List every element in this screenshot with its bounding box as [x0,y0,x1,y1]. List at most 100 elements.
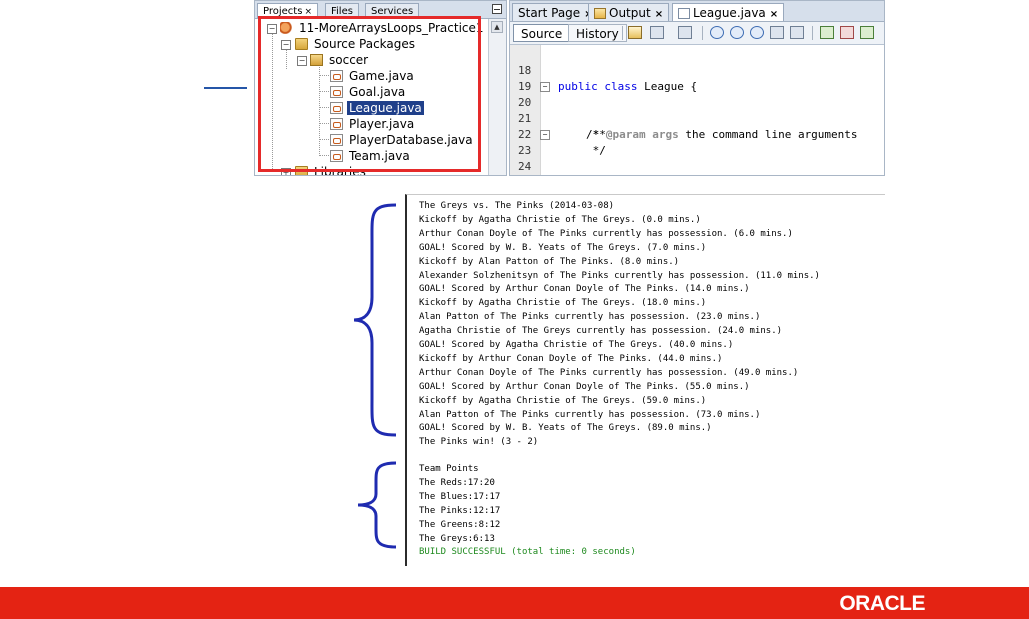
forward-icon[interactable] [678,26,692,39]
footer-bar: ORACLE [0,587,1029,619]
tree-node-file-selected[interactable]: League.java [330,100,424,116]
oracle-logo: ORACLE [839,592,925,615]
output-line: Kickoff by Arthur Conan Doyle of The Pin… [419,353,723,364]
editor-tab-bar: Start Page× Output × League.java × [510,1,884,22]
tree-guide [272,33,273,171]
code-line: 22 */ [510,111,884,157]
output-line: GOAL! Scored by W. B. Yeats of The Greys… [419,242,707,253]
tab-league-java[interactable]: League.java × [672,3,785,21]
tree-guide [319,123,329,124]
points-line: The Greys:6:13 [419,533,495,544]
minimize-panel-icon[interactable] [492,4,502,14]
close-icon[interactable]: × [304,7,312,17]
tree-node-label: Goal.java [349,85,406,99]
tree-node-label: Game.java [349,69,414,83]
toggle-highlight-icon[interactable] [770,26,784,39]
last-edit-icon[interactable] [628,26,642,39]
output-line: Kickoff by Agatha Christie of The Greys.… [419,298,707,309]
tree-node-package-soccer[interactable]: soccer [310,52,370,68]
projects-tab-bar: Projects × Files Services [255,1,506,19]
tree-node-label: soccer [329,53,369,67]
tree-node-label: League.java [347,101,424,115]
scroll-up-icon[interactable]: ▲ [491,21,503,33]
points-line: The Reds:17:20 [419,477,495,488]
tree-node-file[interactable]: PlayerDatabase.java [330,132,475,148]
output-line: GOAL! Scored by Agatha Christie of The G… [419,340,734,350]
tree-node-label: 11-MoreArraysLoops_Practice1 [299,21,484,35]
tree-node-file[interactable]: Player.java [330,116,416,132]
collapse-icon[interactable]: − [267,24,277,34]
back-icon[interactable] [650,26,664,39]
tree-node-file[interactable]: Team.java [330,148,412,164]
output-line: The Pinks win! (3 - 2) [419,437,539,448]
points-header: Team Points [419,464,479,474]
code-line: 21 * @param args the command line argume… [510,95,884,141]
tab-output[interactable]: Output × [588,3,670,21]
code-line: 24 [510,143,884,173]
tree-node-project[interactable]: 11-MoreArraysLoops_Practice1 [280,20,486,36]
tab-services[interactable]: Services [365,3,420,18]
project-tree: − 11-MoreArraysLoops_Practice1 − Source … [255,19,489,175]
output-line: GOAL! Scored by Arthur Conan Doyle of Th… [419,381,750,392]
tree-node-source-packages[interactable]: Source Packages [295,36,417,52]
expand-icon[interactable]: + [281,168,291,175]
find-previous-icon[interactable] [730,26,744,39]
tab-files-label: Files [331,6,353,17]
tab-output-label: Output [609,6,651,20]
tree-node-label: Team.java [349,149,410,163]
source-button[interactable]: Source [513,24,571,42]
collapse-icon[interactable]: − [297,56,307,66]
toggle-rect-select-icon[interactable] [790,26,804,39]
match-output-brace [353,203,397,437]
output-line: Alan Patton of The Pinks currently has p… [419,312,761,323]
output-line: Arthur Conan Doyle of The Pinks currentl… [419,367,799,378]
tree-guide [319,155,329,156]
output-line: Arthur Conan Doyle of The Pinks currentl… [419,228,793,239]
tree-node-file[interactable]: Goal.java [330,84,407,100]
output-line: Kickoff by Alan Patton of The Pinks. (8.… [419,256,680,267]
find-next-icon[interactable] [750,26,764,39]
tree-scrollbar[interactable]: ▲ [488,19,506,175]
code-line: 19 [510,63,884,93]
output-line: Kickoff by Agatha Christie of The Greys.… [419,214,701,225]
code-text: public static void main(String[] args) { [586,175,851,176]
output-line: GOAL! Scored by Arthur Conan Doyle of Th… [419,284,750,295]
tree-node-label: Player.java [349,117,415,131]
tab-start-page[interactable]: Start Page× [512,3,599,21]
tree-node-libraries[interactable]: Libraries [295,164,368,175]
java-file-icon [330,86,343,98]
tab-projects[interactable]: Projects × [257,3,318,18]
line-number: 25 [510,175,545,176]
code-line: 23 − public static void main(String[] ar… [510,127,884,157]
fold-icon[interactable]: − [540,130,550,140]
close-icon[interactable]: × [655,9,663,20]
find-icon[interactable] [710,26,724,39]
close-icon[interactable]: × [770,9,778,20]
editor-panel: Start Page× Output × League.java × Source … [509,0,885,176]
java-file-icon [330,118,343,130]
editor-toolbar: Source History [510,22,884,45]
toolbar-separator [622,26,623,40]
java-file-icon [330,134,343,146]
code-area[interactable]: 18 public class League { 19 20 − /** 21 … [510,45,884,176]
collapse-icon[interactable]: − [281,40,291,50]
fold-icon[interactable]: − [540,82,550,92]
tree-node-label: Source Packages [314,37,416,51]
toolbar-separator [812,26,813,40]
tab-files[interactable]: Files [325,3,359,18]
output-line: Agatha Christie of The Greys currently h… [419,326,783,337]
toggle-bookmark-icon[interactable] [860,26,874,39]
tree-node-file[interactable]: Game.java [330,68,416,84]
projects-panel: Projects × Files Services − 11-MoreArrays… [254,0,507,176]
history-button[interactable]: History [568,24,627,42]
package-icon [310,54,323,66]
tab-projects-label: Projects [263,6,303,17]
next-bookmark-icon[interactable] [840,26,854,39]
points-line: The Pinks:12:17 [419,505,501,516]
tree-guide [286,49,287,69]
tree-guide [319,65,320,156]
tree-node-label: PlayerDatabase.java [349,133,473,147]
code-line: 20 − /** [510,79,884,141]
previous-bookmark-icon[interactable] [820,26,834,39]
folder-icon [295,166,308,175]
